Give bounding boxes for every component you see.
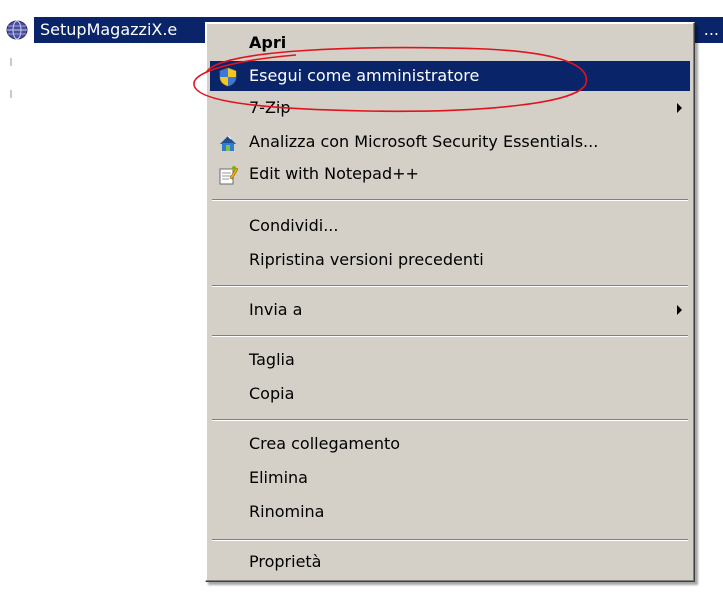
background-fragment [10,90,12,98]
menu-item-copia[interactable]: Copia [210,379,690,409]
menu-item-rinomina[interactable]: Rinomina [210,497,690,527]
uac-shield-icon [219,67,237,87]
menu-item-label: Taglia [249,350,295,369]
screenshot-stage: SetupMagazziX.e ... Apri Esegui come amm… [0,0,723,612]
submenu-arrow-icon [677,305,682,315]
menu-item-label: Apri [249,33,287,52]
menu-item-label: Condividi... [249,216,339,235]
menu-separator [212,539,688,541]
menu-item-label: Ripristina versioni precedenti [249,250,484,269]
context-menu: Apri Esegui come amministratore 7-Zip An… [205,22,695,582]
menu-item-label: Elimina [249,468,308,487]
menu-separator [212,419,688,421]
menu-item-condividi[interactable]: Condividi... [210,211,690,241]
menu-item-invia-a[interactable]: Invia a [210,295,690,325]
background-fragment [10,58,12,66]
menu-item-label: Proprietà [249,552,322,571]
menu-item-ripristina-versioni-precedenti[interactable]: Ripristina versioni precedenti [210,245,690,275]
notepad-plus-plus-icon [219,166,238,185]
menu-item-7zip[interactable]: 7-Zip [210,93,690,123]
menu-item-proprieta[interactable]: Proprietà [210,547,690,577]
menu-separator [212,335,688,337]
file-name-ellipsis: ... [703,20,719,39]
security-essentials-icon [220,135,236,151]
menu-item-label: Copia [249,384,295,403]
menu-item-esegui-come-amministratore[interactable]: Esegui come amministratore [210,61,690,91]
menu-item-label: Analizza con Microsoft Security Essentia… [249,132,599,151]
menu-item-apri[interactable]: Apri [210,28,690,58]
menu-item-taglia[interactable]: Taglia [210,345,690,375]
menu-item-label: Edit with Notepad++ [249,164,419,183]
menu-item-label: 7-Zip [249,98,291,117]
menu-item-analizza-security-essentials[interactable]: Analizza con Microsoft Security Essentia… [210,127,690,157]
menu-item-label: Rinomina [249,502,325,521]
setup-globe-icon [6,20,28,40]
submenu-arrow-icon [677,103,682,113]
file-name-label[interactable]: SetupMagazziX.e [40,19,177,41]
menu-separator [212,285,688,287]
menu-item-edit-with-notepad-plus-plus[interactable]: Edit with Notepad++ [210,159,690,189]
menu-item-elimina[interactable]: Elimina [210,463,690,493]
menu-separator [212,199,688,201]
menu-item-label: Crea collegamento [249,434,401,453]
menu-item-crea-collegamento[interactable]: Crea collegamento [210,429,690,459]
menu-item-label: Invia a [249,300,303,319]
menu-item-label: Esegui come amministratore [249,66,480,85]
